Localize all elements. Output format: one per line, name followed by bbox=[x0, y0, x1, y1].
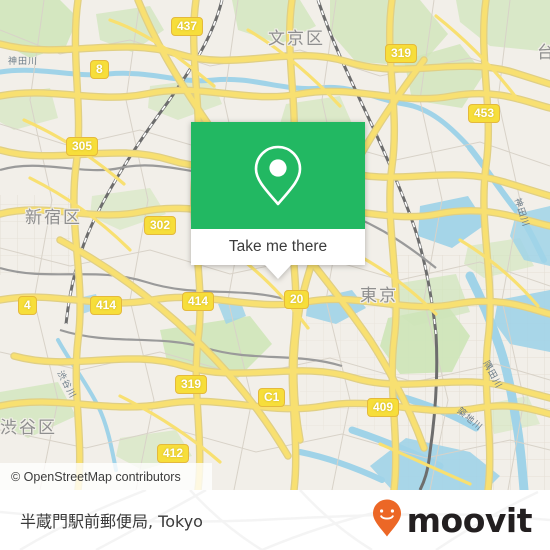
popup-body bbox=[191, 122, 365, 229]
route-shield[interactable]: 453 bbox=[468, 104, 501, 123]
attribution-text: © OpenStreetMap contributors bbox=[11, 469, 181, 484]
route-shield[interactable]: 319 bbox=[385, 44, 418, 63]
route-shield[interactable]: 20 bbox=[284, 290, 310, 309]
route-shield[interactable]: 319 bbox=[175, 375, 208, 394]
route-shield[interactable]: 409 bbox=[367, 398, 400, 417]
take-me-there-button[interactable]: Take me there bbox=[191, 229, 365, 265]
route-shield[interactable]: C1 bbox=[258, 388, 286, 407]
map-attribution: © OpenStreetMap contributors bbox=[0, 463, 212, 490]
take-me-there-popup[interactable]: Take me there bbox=[191, 122, 365, 279]
route-shield[interactable]: 305 bbox=[66, 137, 99, 156]
moovit-logo[interactable]: moovit bbox=[372, 498, 533, 543]
route-shield[interactable]: 302 bbox=[144, 216, 177, 235]
route-shield[interactable]: 4 bbox=[18, 296, 37, 315]
map-canvas[interactable]: 文京区 新宿区 東京 渋谷区 台 神田川 神田川 渋谷川 隅田川 築地川 437… bbox=[0, 0, 550, 490]
route-shield[interactable]: 437 bbox=[171, 17, 204, 36]
moovit-pin-icon bbox=[372, 498, 402, 543]
route-shield[interactable]: 8 bbox=[90, 60, 109, 79]
moovit-place-card: 文京区 新宿区 東京 渋谷区 台 神田川 神田川 渋谷川 隅田川 築地川 437… bbox=[0, 0, 550, 550]
place-name: 半蔵門駅前郵便局, Tokyo bbox=[20, 512, 203, 531]
route-shield[interactable]: 414 bbox=[182, 292, 215, 311]
take-me-there-label: Take me there bbox=[228, 238, 328, 255]
route-shield[interactable]: 412 bbox=[157, 444, 190, 463]
route-shield[interactable]: 414 bbox=[90, 296, 123, 315]
popup-tail bbox=[265, 265, 291, 279]
map-pin-icon bbox=[252, 144, 304, 208]
moovit-wordmark: moovit bbox=[406, 500, 533, 540]
bottom-bar: 半蔵門駅前郵便局, Tokyo moovit bbox=[0, 490, 550, 550]
